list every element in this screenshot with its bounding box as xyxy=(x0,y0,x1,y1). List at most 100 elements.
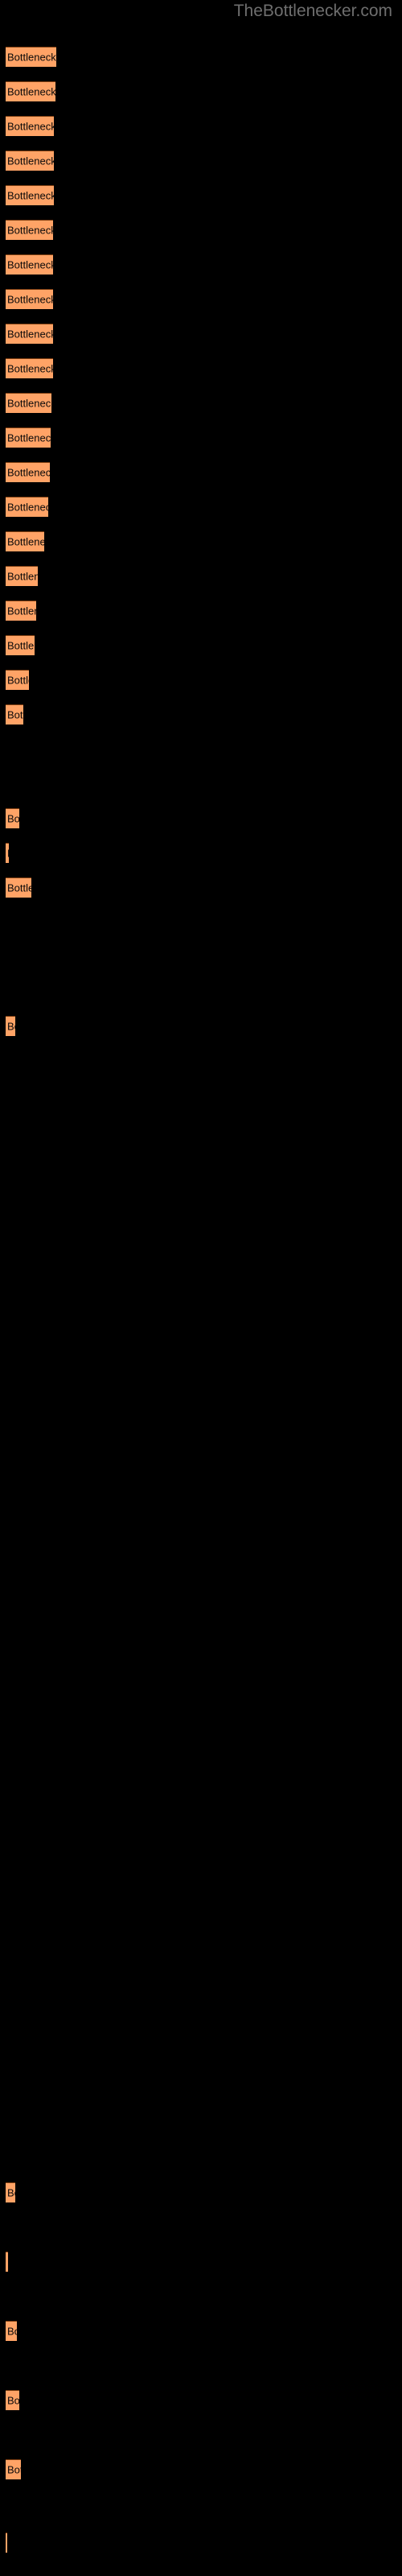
bar[interactable]: Bottleneck result xyxy=(6,704,23,724)
bar-row: Bottleneck result xyxy=(0,601,402,621)
bar-row: Bottleneck result xyxy=(0,1224,402,1244)
bar-label: Bottleneck result xyxy=(7,155,54,167)
bar-row: Bottleneck result xyxy=(0,1154,402,1174)
bar-row: Bottleneck result xyxy=(0,774,402,794)
bar-label: Bottleneck result xyxy=(7,848,9,860)
bar[interactable]: Bottleneck result xyxy=(6,116,54,136)
bar[interactable]: Bottleneck result xyxy=(6,877,31,898)
bar-row: Bottleneck result xyxy=(0,1051,402,1071)
bar-row: Bottleneck result xyxy=(0,670,402,690)
bar-row: Bottleneck result xyxy=(0,2089,402,2109)
bar-label: Bottleneck result xyxy=(7,881,31,894)
bar[interactable]: Bottleneck result xyxy=(6,2390,19,2410)
bar-row: Bottleneck result xyxy=(0,2020,402,2040)
bar-label: Bottleneck result xyxy=(7,51,56,64)
bar-row: Bottleneck result xyxy=(0,1674,402,1694)
bar-row: Bottleneck result xyxy=(0,704,402,724)
bar-row: Bottleneck result xyxy=(0,427,402,448)
bar-row: Bottleneck result xyxy=(0,2321,402,2341)
bar[interactable]: Bottleneck result xyxy=(6,81,55,101)
bar-row: Bottleneck result xyxy=(0,254,402,275)
bar[interactable]: Bottleneck result xyxy=(6,324,53,344)
bar-row: Bottleneck result xyxy=(0,1639,402,1659)
bar[interactable]: Bottleneck result xyxy=(6,462,50,482)
bar[interactable]: Bottleneck result xyxy=(6,2182,15,2202)
bar[interactable]: Bottleneck result xyxy=(6,393,51,413)
bar-row: Bottleneck result xyxy=(0,289,402,309)
bar-label: Bottleneck result xyxy=(7,501,48,514)
bar-row: Bottleneck result xyxy=(0,1327,402,1348)
bar[interactable]: Bottleneck result xyxy=(6,566,38,586)
bar-row: Bottleneck result xyxy=(0,1916,402,1936)
bar[interactable]: Bottleneck result xyxy=(6,254,53,275)
bar[interactable]: Bottleneck result xyxy=(6,601,36,621)
bar-row: Bottleneck result xyxy=(0,1777,402,1798)
bar[interactable]: Bottleneck result xyxy=(6,635,35,655)
bar-row: Bottleneck result xyxy=(0,2054,402,2074)
bar-row: Bottleneck result xyxy=(0,393,402,413)
bar-label: Bottleneck result xyxy=(7,639,35,652)
bar-row: Bottleneck result xyxy=(0,843,402,863)
bar-row: Bottleneck result xyxy=(0,2124,402,2144)
bar-row: Bottleneck result xyxy=(0,1466,402,1486)
bar-row: Bottleneck result xyxy=(0,947,402,967)
bar-row: Bottleneck result xyxy=(0,1570,402,1590)
bar[interactable]: Bottleneck result xyxy=(6,2321,17,2341)
bar-label: Bottleneck result xyxy=(7,293,53,306)
bar-row: Bottleneck result xyxy=(0,531,402,551)
bar-label: Bottleneck result xyxy=(7,466,50,479)
bar-row: Bottleneck result xyxy=(0,462,402,482)
bar-row: Bottleneck result xyxy=(0,1293,402,1313)
bar[interactable]: Bottleneck result xyxy=(6,808,19,828)
bar[interactable]: Bottleneck result xyxy=(6,2252,8,2272)
bar-label: Bottleneck result xyxy=(7,2463,21,2476)
bar-row: Bottleneck result xyxy=(0,1397,402,1417)
bar[interactable]: Bottleneck result xyxy=(6,1016,15,1036)
bar-row: Bottleneck result xyxy=(0,1120,402,1140)
bar-row: Bottleneck result xyxy=(0,151,402,171)
bar-label: Bottleneck result xyxy=(7,328,53,341)
bar[interactable]: Bottleneck result xyxy=(6,2533,7,2553)
bar-row: Bottleneck result xyxy=(0,1847,402,1867)
bar-row: Bottleneck result xyxy=(0,497,402,517)
bar-row: Bottleneck result xyxy=(0,1535,402,1555)
bottleneck-bar-chart: TheBottlenecker.com Bottleneck resultBot… xyxy=(0,0,402,2576)
bar-row: Bottleneck result xyxy=(0,1085,402,1105)
bar[interactable]: Bottleneck result xyxy=(6,185,54,205)
bar-row: Bottleneck result xyxy=(0,2533,402,2553)
bar[interactable]: Bottleneck result xyxy=(6,670,29,690)
bar-label: Bottleneck result xyxy=(7,535,44,548)
bar-row: Bottleneck result xyxy=(0,1501,402,1521)
bar[interactable]: Bottleneck result xyxy=(6,843,9,863)
bar-label: Bottleneck result xyxy=(7,1020,15,1033)
bar-label: Bottleneck result xyxy=(7,708,23,721)
bar[interactable]: Bottleneck result xyxy=(6,151,54,171)
bar-label: Bottleneck result xyxy=(7,431,51,444)
bar[interactable]: Bottleneck result xyxy=(6,220,53,240)
bar-label: Bottleneck result xyxy=(7,224,53,237)
bar-row: Bottleneck result xyxy=(0,185,402,205)
bar-label: Bottleneck result xyxy=(7,85,55,98)
bar-row: Bottleneck result xyxy=(0,47,402,67)
bar-label: Bottleneck result xyxy=(7,605,36,617)
bar-row: Bottleneck result xyxy=(0,1812,402,1832)
bar-row: Bottleneck result xyxy=(0,877,402,898)
bar-label: Bottleneck result xyxy=(7,2186,15,2199)
bar-row: Bottleneck result xyxy=(0,1431,402,1451)
bar-label: Bottleneck result xyxy=(7,570,38,583)
bar-label: Bottleneck result xyxy=(7,258,53,271)
bar[interactable]: Bottleneck result xyxy=(6,497,48,517)
bar-row: Bottleneck result xyxy=(0,635,402,655)
bar-row: Bottleneck result xyxy=(0,2459,402,2479)
bar[interactable]: Bottleneck result xyxy=(6,47,56,67)
bar[interactable]: Bottleneck result xyxy=(6,531,44,551)
bar[interactable]: Bottleneck result xyxy=(6,289,53,309)
bar-row: Bottleneck result xyxy=(0,1604,402,1624)
bar[interactable]: Bottleneck result xyxy=(6,427,51,448)
bar[interactable]: Bottleneck result xyxy=(6,2459,21,2479)
bar-row: Bottleneck result xyxy=(0,808,402,828)
bar-row: Bottleneck result xyxy=(0,324,402,344)
bar[interactable]: Bottleneck result xyxy=(6,358,53,378)
bar-row: Bottleneck result xyxy=(0,1743,402,1763)
bar-label: Bottleneck result xyxy=(7,2256,8,2268)
